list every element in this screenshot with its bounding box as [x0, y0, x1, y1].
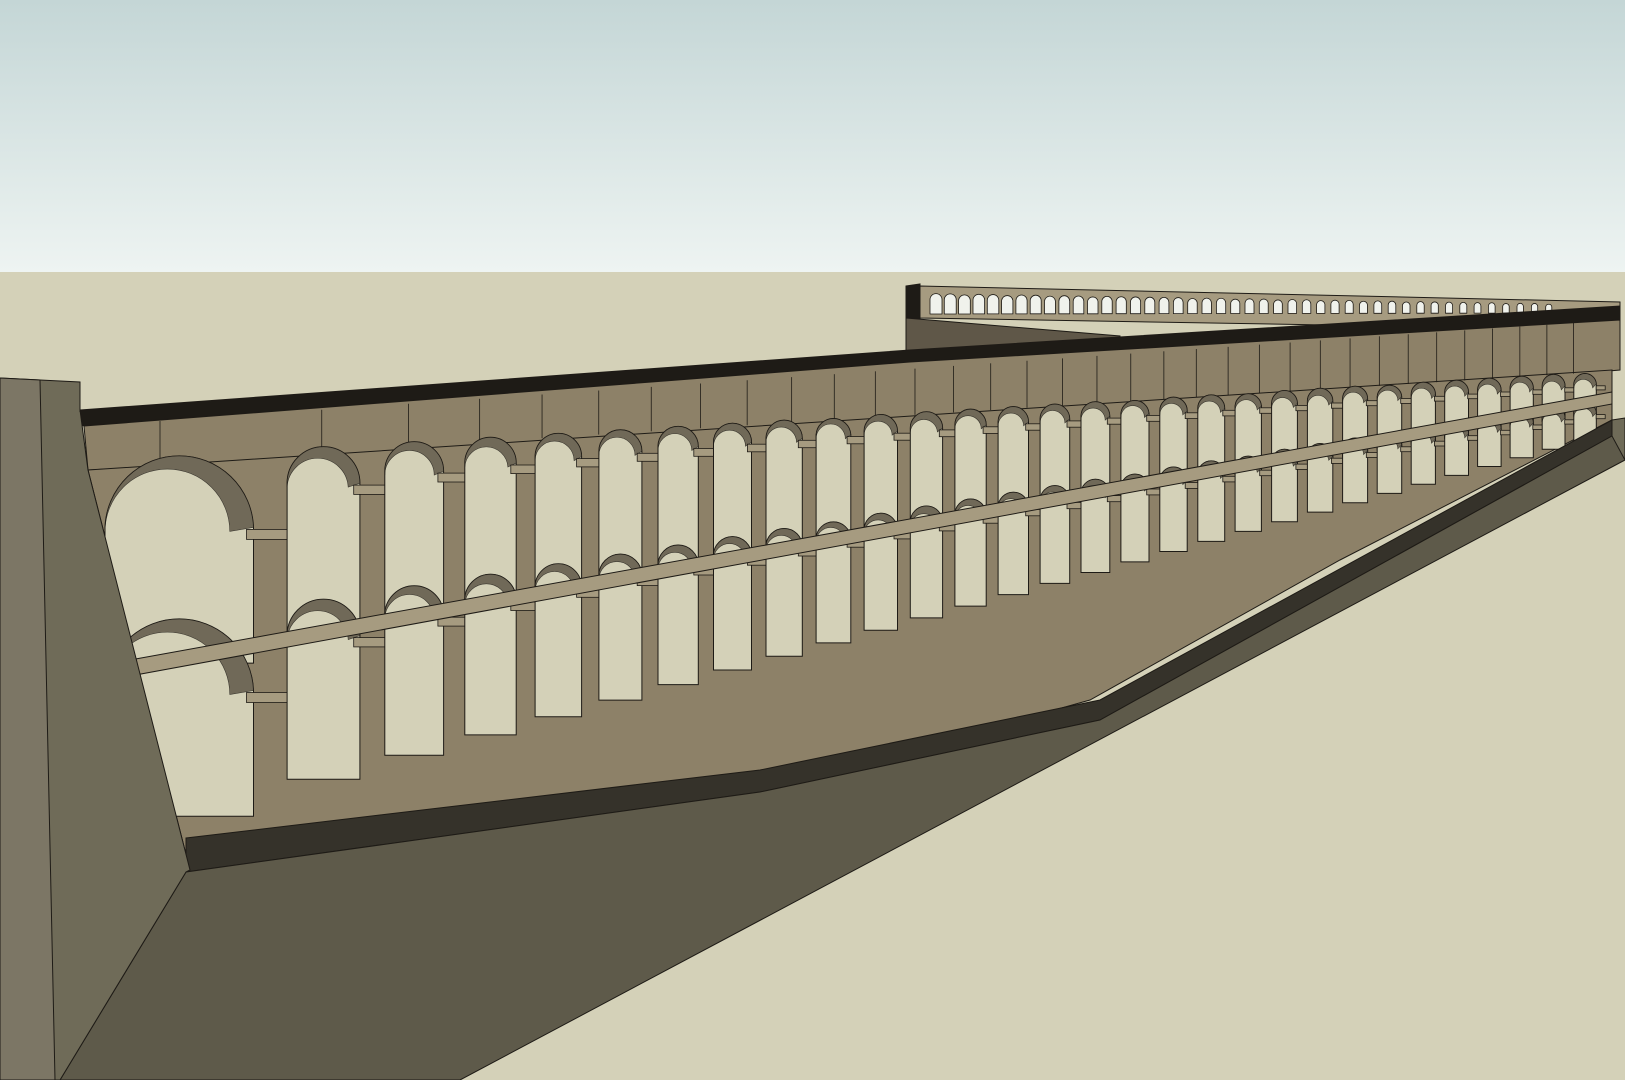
distant-arch [1130, 296, 1141, 315]
pier-capital [1400, 398, 1413, 404]
distant-arch [958, 294, 971, 315]
pier-capital [1434, 395, 1446, 402]
distant-arch [1445, 301, 1453, 314]
pier-capital [1365, 452, 1379, 458]
distant-arch [1173, 297, 1184, 314]
distant-arch [1301, 299, 1312, 314]
distant-arch [1087, 296, 1099, 315]
pier-capital [1532, 424, 1544, 430]
pier-capital [1365, 400, 1379, 407]
distant-arch [1287, 299, 1297, 314]
pier-capital [1434, 440, 1446, 447]
distant-arch [1273, 299, 1283, 314]
distant-arch [943, 293, 957, 315]
sky [0, 0, 1625, 273]
distant-arch [1201, 297, 1212, 314]
distant-arch [1158, 297, 1170, 314]
distant-arch [1387, 300, 1397, 314]
distant-arch [1430, 301, 1439, 314]
distant-arch [1044, 295, 1056, 315]
pier-capital [1467, 435, 1479, 441]
pier-capital [1595, 414, 1606, 420]
distant-arch [1402, 301, 1411, 314]
distant-arch [1015, 294, 1028, 315]
distant-arch [972, 293, 985, 315]
distant-arch [1416, 301, 1425, 314]
distant-arch [1216, 297, 1227, 314]
distant-arch [1502, 303, 1510, 314]
distant-arch [1072, 295, 1085, 315]
distant-arch [1244, 298, 1255, 314]
pier-capital [1500, 391, 1512, 397]
distant-arch [1258, 298, 1269, 314]
distant-arch [1359, 300, 1368, 314]
distant-arch [1488, 302, 1496, 314]
distant-arch [1001, 295, 1014, 315]
pier-capital [1400, 446, 1413, 453]
pier-capital [1532, 389, 1544, 395]
pier-capital [1500, 429, 1512, 436]
distant-arch [1115, 296, 1127, 315]
distant-arch [1144, 296, 1156, 315]
aqueduct-scene [0, 0, 1625, 1080]
pier-capital [1564, 387, 1575, 393]
distant-arch [1058, 295, 1071, 315]
pier-capital [1564, 419, 1575, 425]
distant-arch [929, 293, 943, 315]
distant-arch [1230, 298, 1241, 314]
pier-capital [1595, 385, 1606, 391]
pier-capital [1467, 393, 1479, 400]
distant-arch [1330, 299, 1340, 314]
distant-arch [1373, 300, 1383, 314]
distant-arch [1344, 300, 1354, 314]
distant-arch [1029, 294, 1042, 315]
distant-arch [1316, 300, 1326, 314]
distant-arch [1187, 298, 1198, 314]
model-viewport[interactable] [0, 0, 1625, 1080]
distant-arch [1101, 296, 1113, 315]
distant-arch [986, 294, 1000, 315]
distant-arch [1473, 302, 1482, 314]
distant-arch [1459, 302, 1468, 314]
